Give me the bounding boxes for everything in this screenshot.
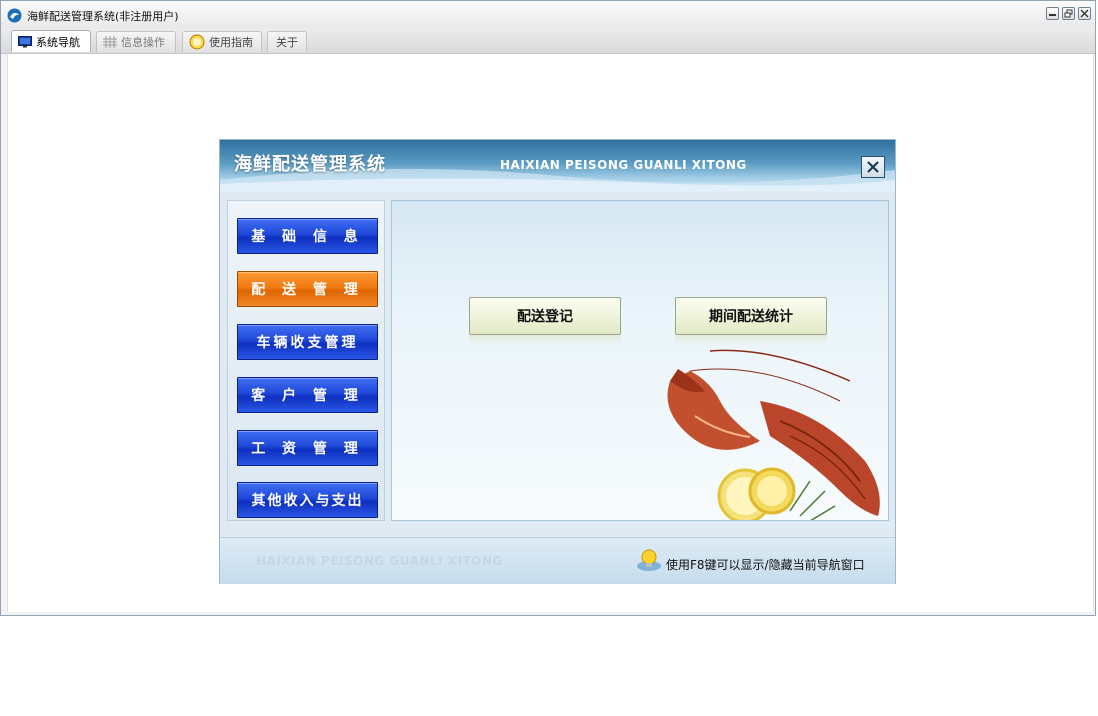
nav-delivery-management-button[interactable]: 配 送 管 理 xyxy=(237,271,378,307)
title-bar: 海鲜配送管理系统(非注册用户) xyxy=(1,1,1095,29)
tab-system-navigation[interactable]: 系统导航 xyxy=(11,30,91,52)
tab-label: 关于 xyxy=(276,36,298,49)
close-button[interactable] xyxy=(1078,7,1091,20)
help-icon xyxy=(189,34,205,50)
tab-label: 信息操作 xyxy=(121,36,165,49)
action-label: 期间配送统计 xyxy=(709,309,793,325)
window-controls xyxy=(1046,7,1091,20)
nav-label: 车辆收支管理 xyxy=(256,335,359,351)
minimize-icon xyxy=(1049,14,1056,16)
panel-title: 海鲜配送管理系统 xyxy=(234,154,386,175)
panel-footer: HAIXIAN PEISONG GUANLI XITONG 使用F8键可以显示/… xyxy=(220,537,895,584)
period-delivery-stats-button[interactable]: 期间配送统计 xyxy=(675,297,827,335)
minimize-button[interactable] xyxy=(1046,7,1059,20)
app-logo-icon xyxy=(7,8,22,23)
restore-icon xyxy=(1064,9,1073,18)
nav-other-income-expense-button[interactable]: 其他收入与支出 xyxy=(237,482,378,518)
nav-vehicle-finance-button[interactable]: 车辆收支管理 xyxy=(237,324,378,360)
restore-button[interactable] xyxy=(1062,7,1075,20)
close-icon xyxy=(867,161,879,173)
nav-label: 其他收入与支出 xyxy=(251,493,364,509)
panel-close-button[interactable] xyxy=(861,156,885,178)
grid-icon xyxy=(103,36,117,48)
tab-bar: 系统导航 信息操作 使用指南 关于 xyxy=(1,28,1095,54)
window-title: 海鲜配送管理系统(非注册用户) xyxy=(27,10,179,23)
navigation-panel: 海鲜配送管理系统 HAIXIAN PEISONG GUANLI XITONG 基… xyxy=(219,139,896,584)
nav-menu: 基 础 信 息 配 送 管 理 车辆收支管理 客 户 管 理 工 资 管 理 其… xyxy=(227,200,385,521)
nav-label: 工 资 管 理 xyxy=(251,441,364,457)
tab-info-operation[interactable]: 信息操作 xyxy=(96,31,176,52)
nav-label: 基 础 信 息 xyxy=(251,229,364,245)
monitor-icon xyxy=(18,35,32,47)
nav-basic-info-button[interactable]: 基 础 信 息 xyxy=(237,218,378,254)
lightbulb-icon xyxy=(637,549,661,571)
action-area: 配送登记 期间配送统计 xyxy=(391,200,889,521)
tab-about[interactable]: 关于 xyxy=(267,31,307,52)
tab-label: 使用指南 xyxy=(209,36,253,49)
tab-user-guide[interactable]: 使用指南 xyxy=(182,31,262,52)
nav-salary-management-button[interactable]: 工 资 管 理 xyxy=(237,430,378,466)
button-reflection xyxy=(469,335,621,347)
footer-watermark-text: HAIXIAN PEISONG GUANLI XITONG xyxy=(256,554,503,568)
panel-subtitle: HAIXIAN PEISONG GUANLI XITONG xyxy=(500,158,747,172)
tab-label: 系统导航 xyxy=(36,35,80,49)
delivery-register-button[interactable]: 配送登记 xyxy=(469,297,621,335)
nav-label: 配 送 管 理 xyxy=(251,282,364,298)
action-label: 配送登记 xyxy=(517,309,573,325)
nav-customer-management-button[interactable]: 客 户 管 理 xyxy=(237,377,378,413)
nav-label: 客 户 管 理 xyxy=(251,388,364,404)
f8-hint-text: 使用F8键可以显示/隐藏当前导航窗口 xyxy=(666,558,865,572)
panel-header: 海鲜配送管理系统 HAIXIAN PEISONG GUANLI XITONG xyxy=(220,140,895,192)
lobster-image xyxy=(667,349,880,520)
close-icon xyxy=(1080,9,1089,18)
